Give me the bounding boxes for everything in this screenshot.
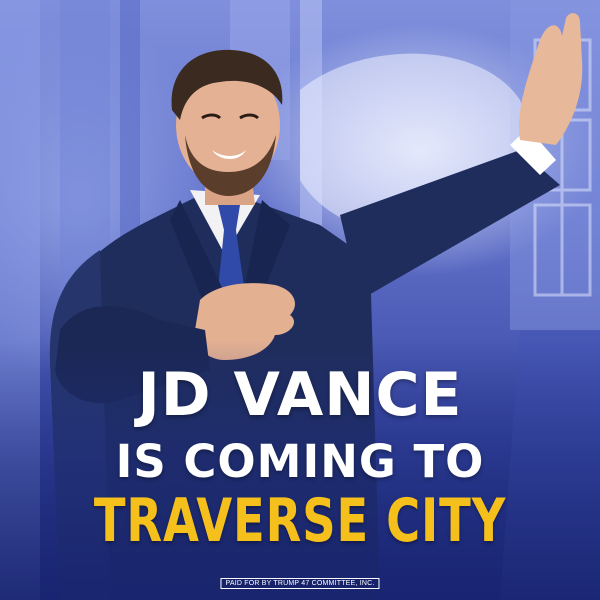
headline-location: TRAVERSE CITY xyxy=(93,486,507,556)
event-poster: JD VANCE IS COMING TO TRAVERSE CITY PAID… xyxy=(0,0,600,600)
paid-for-disclaimer: PAID FOR BY TRUMP 47 COMMITTEE, INC. xyxy=(220,578,380,589)
headline-name: JD VANCE xyxy=(137,360,463,430)
headline-subtitle: IS COMING TO xyxy=(115,435,485,488)
